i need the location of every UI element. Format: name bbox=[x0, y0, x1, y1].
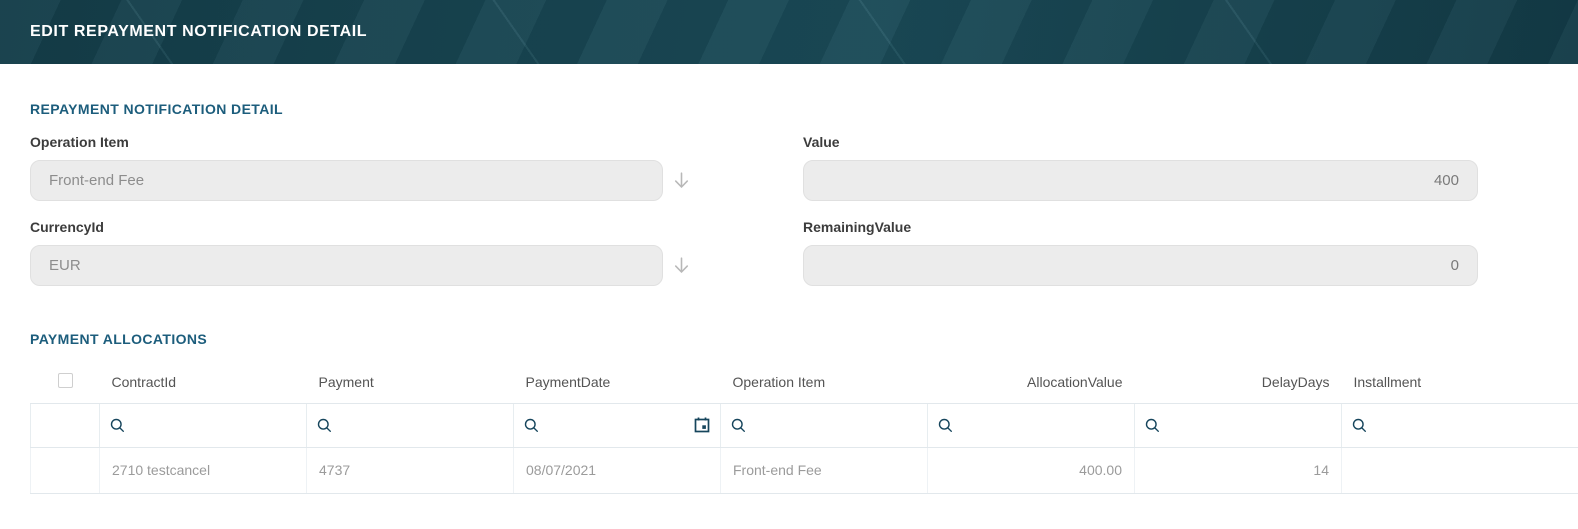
value-field[interactable] bbox=[803, 160, 1478, 201]
table-filter-row bbox=[31, 403, 1578, 447]
search-icon[interactable] bbox=[110, 418, 125, 433]
currency-id-label: CurrencyId bbox=[30, 219, 692, 235]
search-icon[interactable] bbox=[731, 418, 746, 433]
cell-contractid: 2710 testcancel bbox=[100, 447, 307, 493]
cell-operation-item: Front-end Fee bbox=[721, 447, 928, 493]
search-icon[interactable] bbox=[938, 418, 953, 433]
cell-payment: 4737 bbox=[307, 447, 514, 493]
detail-section-title: REPAYMENT NOTIFICATION DETAIL bbox=[30, 101, 1578, 117]
currency-id-select[interactable] bbox=[30, 245, 663, 286]
cell-delaydays: 14 bbox=[1135, 447, 1342, 493]
search-icon[interactable] bbox=[317, 418, 332, 433]
table-row[interactable]: 2710 testcancel 4737 08/07/2021 Front-en… bbox=[31, 447, 1578, 493]
column-header-operation-item[interactable]: Operation Item bbox=[721, 361, 928, 403]
calendar-icon[interactable] bbox=[694, 417, 710, 433]
page-title: EDIT REPAYMENT NOTIFICATION DETAIL bbox=[30, 23, 367, 41]
column-header-allocationvalue[interactable]: AllocationValue bbox=[928, 361, 1135, 403]
form-row-2: CurrencyId RemainingValue bbox=[30, 219, 1578, 286]
page-header: EDIT REPAYMENT NOTIFICATION DETAIL bbox=[0, 0, 1578, 64]
cell-allocationvalue: 400.00 bbox=[928, 447, 1135, 493]
operation-item-select[interactable] bbox=[30, 160, 663, 201]
allocations-section-title: PAYMENT ALLOCATIONS bbox=[30, 331, 1578, 347]
search-icon[interactable] bbox=[524, 418, 539, 433]
column-header-contractid[interactable]: ContractId bbox=[100, 361, 307, 403]
remaining-value-field[interactable] bbox=[803, 245, 1478, 286]
cell-installment bbox=[1342, 447, 1578, 493]
table-header-row: ContractId Payment PaymentDate Operation… bbox=[31, 361, 1578, 403]
column-header-installment[interactable]: Installment bbox=[1342, 361, 1578, 403]
chevron-down-icon[interactable] bbox=[671, 255, 692, 276]
column-header-delaydays[interactable]: DelayDays bbox=[1135, 361, 1342, 403]
form-row-1: Operation Item Value bbox=[30, 134, 1578, 201]
chevron-down-icon[interactable] bbox=[671, 170, 692, 191]
column-header-paymentdate[interactable]: PaymentDate bbox=[514, 361, 721, 403]
column-header-payment[interactable]: Payment bbox=[307, 361, 514, 403]
value-label: Value bbox=[803, 134, 1478, 150]
remaining-value-label: RemainingValue bbox=[803, 219, 1478, 235]
search-icon[interactable] bbox=[1352, 418, 1367, 433]
operation-item-label: Operation Item bbox=[30, 134, 692, 150]
cell-paymentdate: 08/07/2021 bbox=[514, 447, 721, 493]
payment-allocations-table: ContractId Payment PaymentDate Operation… bbox=[30, 361, 1578, 494]
search-icon[interactable] bbox=[1145, 418, 1160, 433]
select-all-checkbox[interactable] bbox=[58, 373, 73, 388]
